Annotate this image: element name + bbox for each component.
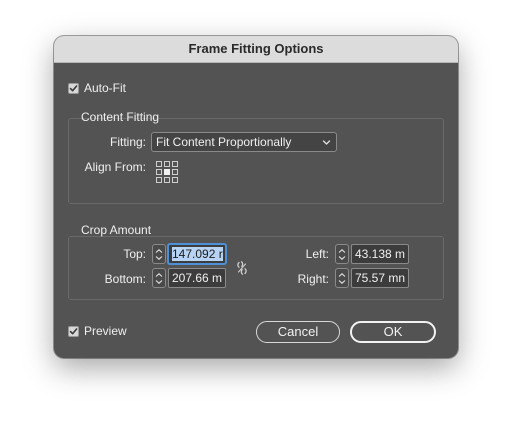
align-top-left[interactable] [156, 161, 162, 167]
preview-checkbox-row[interactable]: Preview [68, 324, 127, 338]
align-bottom-right[interactable] [172, 177, 178, 183]
right-input[interactable]: 75.57 mn [351, 268, 409, 288]
down-arrow-icon [338, 279, 346, 284]
right-stepper[interactable] [335, 268, 349, 288]
up-arrow-icon [338, 248, 346, 253]
auto-fit-checkbox-row[interactable]: Auto-Fit [68, 81, 126, 95]
fitting-select[interactable]: Fit Content Proportionally [151, 132, 337, 152]
left-input[interactable]: 43.138 m [351, 244, 409, 264]
align-from-proxy[interactable] [156, 161, 178, 183]
right-label: Right: [297, 272, 329, 286]
down-arrow-icon [155, 279, 163, 284]
up-arrow-icon [155, 272, 163, 277]
chevron-down-icon [322, 140, 331, 145]
top-input[interactable]: 147.092 r [168, 244, 226, 264]
align-bottom-left[interactable] [156, 177, 162, 183]
checkmark-icon [69, 84, 78, 91]
cancel-button[interactable]: Cancel [256, 321, 340, 343]
align-center[interactable] [164, 169, 170, 175]
down-arrow-icon [338, 255, 346, 260]
checkmark-icon [69, 327, 78, 334]
crop-amount-title: Crop Amount [81, 223, 152, 237]
align-from-label: Align From: [84, 160, 146, 174]
ok-button[interactable]: OK [350, 321, 436, 343]
align-top-center[interactable] [164, 161, 170, 167]
align-top-right[interactable] [172, 161, 178, 167]
fitting-select-value: Fit Content Proportionally [156, 135, 292, 149]
right-field: 75.57 mn [335, 268, 409, 288]
frame-fitting-dialog: Frame Fitting Options Auto-Fit Content F… [54, 36, 458, 358]
top-label: Top: [123, 247, 146, 261]
dialog-title: Frame Fitting Options [54, 36, 458, 63]
left-label: Left: [305, 247, 329, 261]
preview-label: Preview [84, 324, 127, 338]
top-field: 147.092 r [152, 244, 226, 264]
up-arrow-icon [155, 248, 163, 253]
content-fitting-title: Content Fitting [81, 110, 160, 124]
left-stepper[interactable] [335, 244, 349, 264]
chain-link-icon[interactable] [236, 260, 248, 276]
align-bottom-center[interactable] [164, 177, 170, 183]
align-middle-left[interactable] [156, 169, 162, 175]
align-middle-right[interactable] [172, 169, 178, 175]
bottom-field: 207.66 m [152, 268, 226, 288]
bottom-stepper[interactable] [152, 268, 166, 288]
auto-fit-checkbox[interactable] [68, 82, 79, 94]
up-arrow-icon [338, 272, 346, 277]
bottom-input[interactable]: 207.66 m [168, 268, 226, 288]
preview-checkbox[interactable] [68, 325, 79, 337]
top-stepper[interactable] [152, 244, 166, 264]
down-arrow-icon [155, 255, 163, 260]
top-value: 147.092 r [172, 247, 223, 261]
left-field: 43.138 m [335, 244, 409, 264]
bottom-label: Bottom: [104, 272, 146, 286]
fitting-label: Fitting: [109, 135, 146, 149]
auto-fit-label: Auto-Fit [84, 81, 127, 95]
